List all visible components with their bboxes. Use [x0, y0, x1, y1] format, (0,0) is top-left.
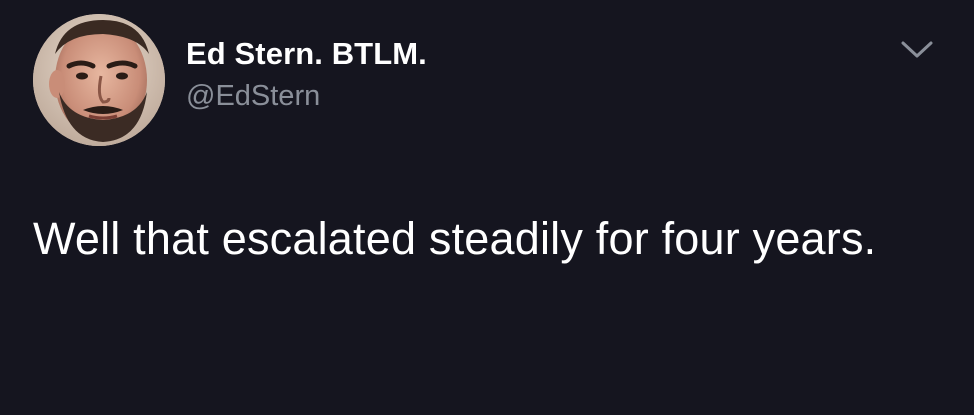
display-name[interactable]: Ed Stern. BTLM. [186, 36, 427, 72]
tweet-text: Well that escalated steadily for four ye… [33, 213, 877, 264]
user-handle[interactable]: @EdStern [186, 80, 320, 113]
avatar-photo [33, 14, 165, 146]
avatar[interactable] [33, 14, 165, 146]
tweet-card: Ed Stern. BTLM. @EdStern Well that escal… [0, 0, 974, 415]
chevron-down-icon[interactable] [900, 40, 934, 60]
